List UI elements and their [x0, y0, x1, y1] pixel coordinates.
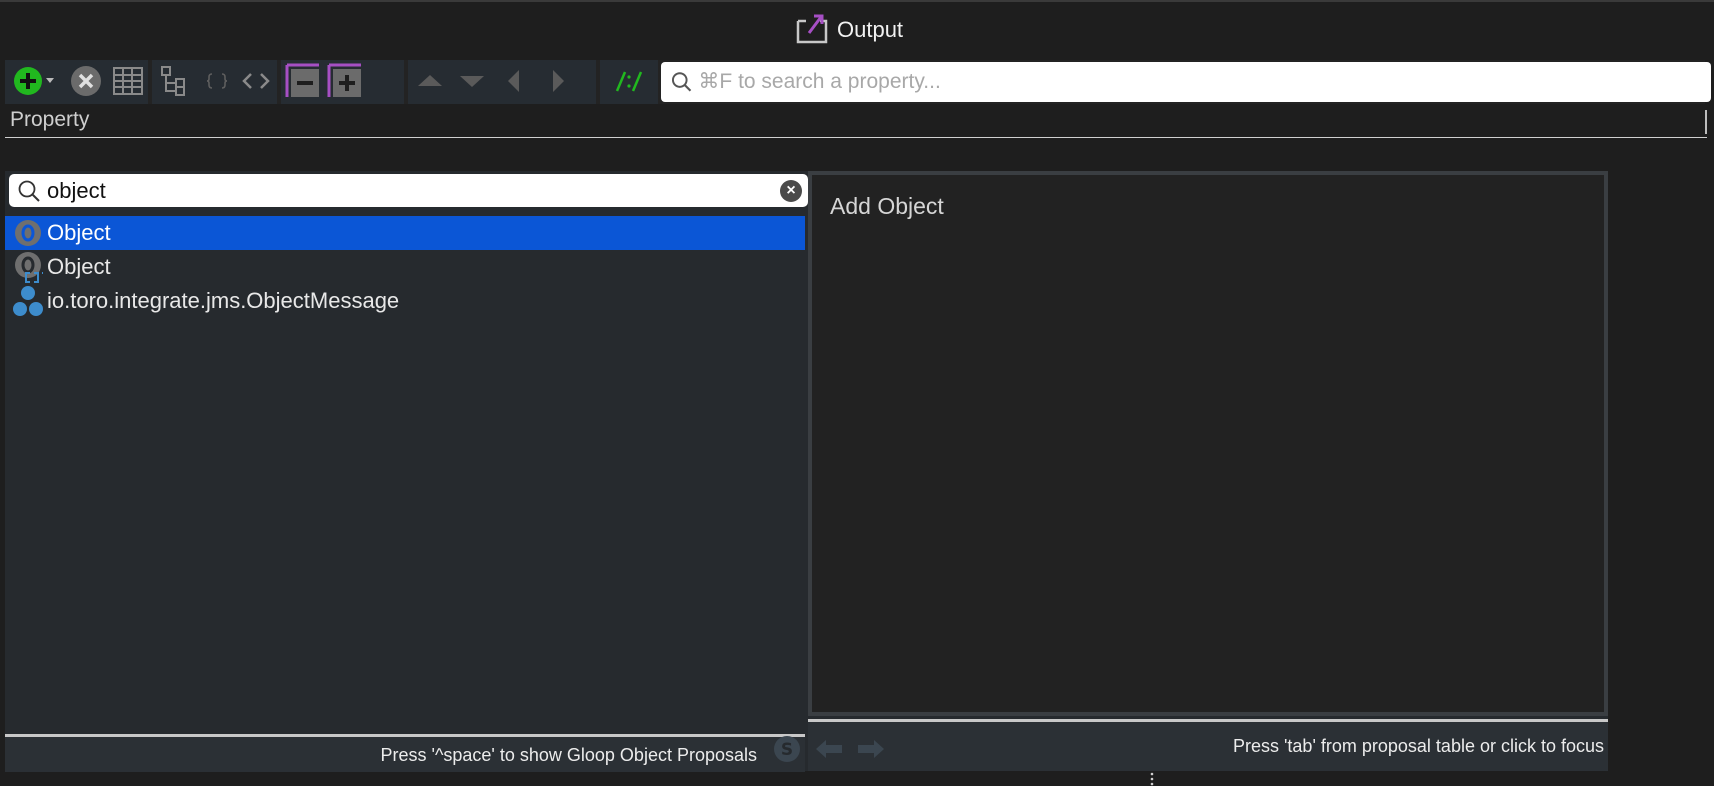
collapse-icon [285, 63, 319, 97]
triangle-down-icon [460, 76, 484, 87]
model-icon [5, 284, 43, 318]
proposal-list: Object Object io.toro.integrate.jms.Obje… [5, 216, 805, 736]
proposal-detail-panel[interactable]: Add Object [808, 171, 1608, 716]
property-column-header: Property [5, 106, 1707, 138]
detail-footer: S Press 'tab' from proposal table or cli… [774, 719, 1608, 771]
arrow-left-icon[interactable] [812, 734, 846, 764]
json-view-button[interactable] [201, 64, 233, 98]
list-item[interactable]: Object [5, 250, 805, 284]
gloop-s-icon: S [774, 736, 800, 762]
column-resize-handle[interactable] [1705, 110, 1707, 134]
move-up-button[interactable] [413, 64, 447, 98]
regex-button[interactable] [605, 64, 651, 98]
collapse-button[interactable] [285, 63, 321, 98]
clear-search-button[interactable]: × [780, 180, 802, 202]
proposal-search-box[interactable]: × [9, 174, 808, 207]
resize-grip[interactable] [1150, 772, 1154, 786]
triangle-up-icon [418, 75, 442, 86]
window-title: Output [837, 17, 904, 42]
detail-nav: S [774, 734, 888, 764]
list-item[interactable]: io.toro.integrate.jms.ObjectMessage [5, 284, 805, 318]
arrow-right-icon[interactable] [854, 734, 888, 764]
braces-icon [206, 73, 228, 89]
table-icon [113, 67, 143, 95]
detail-hint-text: Press 'tab' from proposal table or click… [1232, 736, 1604, 756]
proposal-search-input[interactable] [47, 177, 767, 204]
list-item[interactable]: Object [5, 216, 805, 250]
move-left-button[interactable] [499, 64, 529, 98]
xml-view-button[interactable] [239, 64, 273, 98]
list-hint-text: Press '^space' to show Gloop Object Prop… [380, 745, 758, 765]
regex-icon [615, 71, 643, 92]
delete-icon [71, 66, 101, 96]
expand-icon [327, 63, 361, 97]
output-icon [795, 11, 829, 50]
object-icon [5, 216, 43, 250]
move-right-button[interactable] [543, 64, 573, 98]
toolbar [5, 60, 1711, 104]
triangle-right-icon [553, 70, 564, 92]
add-icon [14, 67, 54, 95]
list-item-label: Object [47, 254, 111, 279]
search-icon [18, 180, 40, 202]
add-button[interactable] [11, 64, 59, 98]
tree-view-button[interactable] [155, 64, 195, 98]
close-icon: × [786, 182, 796, 199]
expand-button[interactable] [327, 63, 363, 98]
table-view-button[interactable] [111, 64, 145, 98]
triangle-left-icon [508, 70, 519, 92]
window-title-group: Output [795, 10, 903, 50]
search-icon [671, 72, 692, 92]
detail-title: Add Object [830, 193, 944, 219]
property-search-box[interactable] [661, 62, 1711, 102]
proposal-popup: × Object Object [5, 171, 1608, 772]
move-down-button[interactable] [455, 64, 489, 98]
svg-text:S: S [781, 740, 793, 760]
angle-brackets-icon [242, 73, 270, 89]
delete-button[interactable] [69, 64, 103, 98]
property-search-input[interactable] [698, 70, 1711, 94]
list-item-label: Object [47, 220, 111, 245]
object-array-icon [5, 250, 46, 284]
title-bar: Output [0, 0, 1714, 54]
tree-icon [161, 66, 185, 96]
list-item-label: io.toro.integrate.jms.ObjectMessage [47, 288, 400, 313]
proposal-list-footer: Press '^space' to show Gloop Object Prop… [5, 734, 805, 772]
property-column-label: Property [10, 108, 90, 131]
